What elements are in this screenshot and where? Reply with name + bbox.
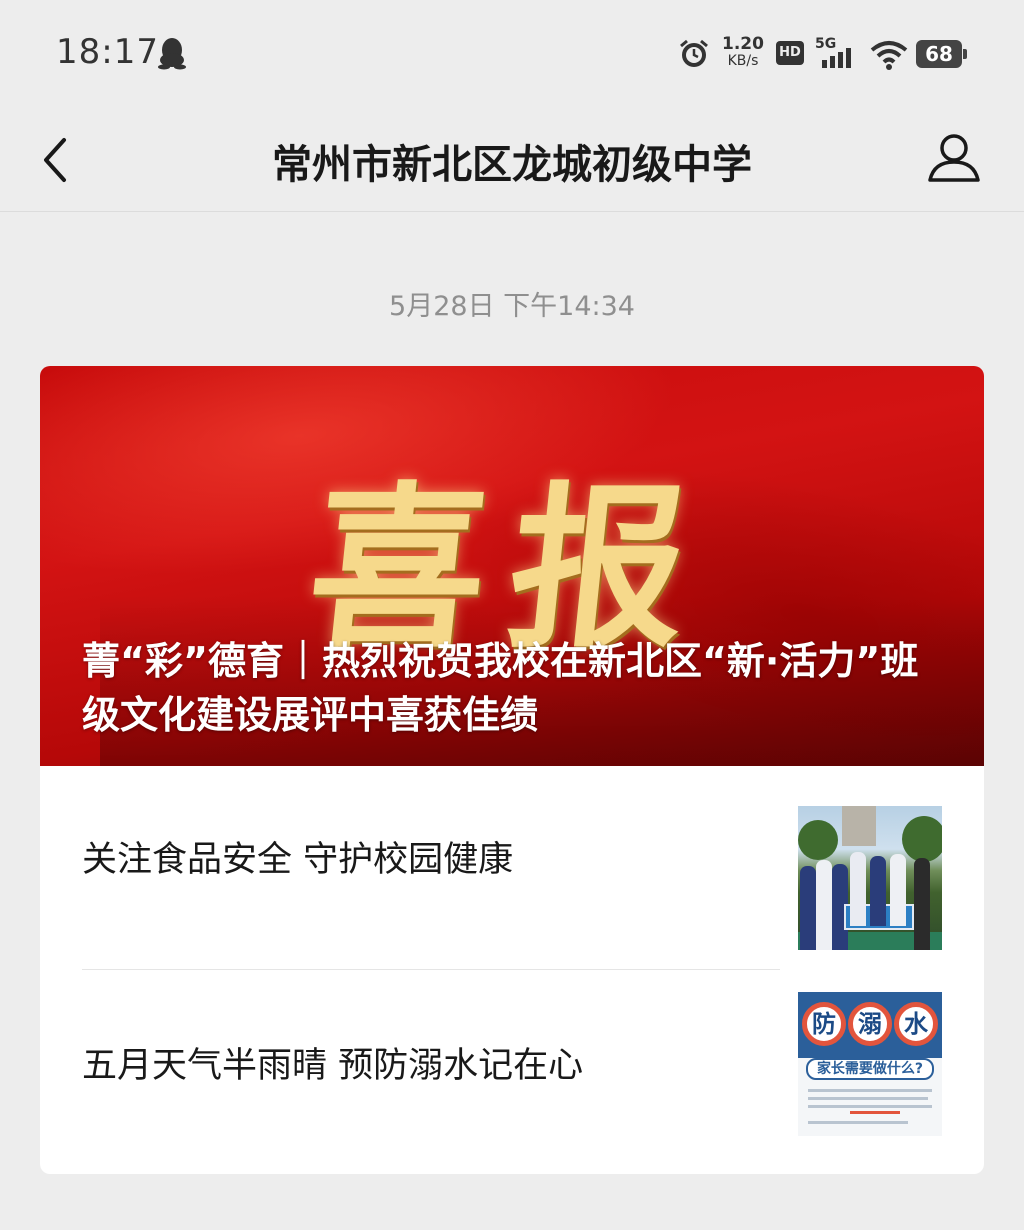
alarm-icon bbox=[680, 39, 708, 67]
article-card: 喜报 菁“彩”德育｜热烈祝贺我校在新北区“新·活力”班级文化建设展评中喜获佳绩 … bbox=[40, 366, 984, 1174]
divider bbox=[82, 969, 780, 970]
article-item[interactable]: 五月天气半雨晴 预防溺水记在心 防 溺 水 家长需要做什么? bbox=[40, 972, 942, 1152]
poster-text-line bbox=[808, 1097, 928, 1100]
network-speed-unit: KB/s bbox=[727, 53, 759, 69]
thumbnail-person bbox=[890, 854, 906, 926]
person-icon bbox=[928, 134, 980, 182]
thumbnail-person bbox=[800, 866, 816, 950]
page-title: 常州市新北区龙城初级中学 bbox=[272, 142, 752, 188]
account-profile-button[interactable] bbox=[924, 128, 984, 188]
network-speed-value: 1.20 bbox=[722, 34, 764, 54]
thumbnail-tree bbox=[798, 820, 838, 860]
poster-highlight-line bbox=[850, 1111, 900, 1114]
poster-text-line bbox=[808, 1121, 908, 1124]
poster-subtitle: 家长需要做什么? bbox=[806, 1058, 934, 1080]
wifi-icon bbox=[870, 41, 908, 70]
nav-bar: 常州市新北区龙城初级中学 bbox=[0, 108, 1024, 212]
thumbnail-person bbox=[870, 856, 886, 926]
status-bar: 18:17 1.20 KB/s HD 5G 68 bbox=[0, 0, 1024, 108]
thumbnail-tree bbox=[902, 816, 942, 862]
cover-article-title: 菁“彩”德育｜热烈祝贺我校在新北区“新·活力”班级文化建设展评中喜获佳绩 bbox=[82, 639, 919, 737]
hd-badge: HD bbox=[776, 41, 804, 65]
battery-icon: 68 bbox=[916, 40, 967, 68]
article-thumbnail bbox=[798, 806, 942, 950]
thumbnail-person bbox=[850, 852, 866, 926]
poster-ring-text: 防 bbox=[802, 1002, 846, 1046]
poster-text-line bbox=[808, 1105, 932, 1108]
article-title: 五月天气半雨晴 预防溺水记在心 bbox=[82, 1045, 584, 1086]
article-title: 关注食品安全 守护校园健康 bbox=[82, 839, 514, 880]
thumbnail-person bbox=[914, 858, 930, 950]
cover-article[interactable]: 喜报 菁“彩”德育｜热烈祝贺我校在新北区“新·活力”班级文化建设展评中喜获佳绩 bbox=[40, 366, 984, 766]
signal-icon bbox=[822, 48, 851, 68]
poster-ring-text: 水 bbox=[894, 1002, 938, 1046]
status-time: 18:17 bbox=[56, 32, 159, 72]
thumbnail-building bbox=[842, 806, 876, 846]
qq-penguin-icon bbox=[158, 38, 186, 70]
poster-ring-text: 溺 bbox=[848, 1002, 892, 1046]
article-item[interactable]: 关注食品安全 守护校园健康 bbox=[40, 766, 942, 950]
thumbnail-person bbox=[816, 860, 832, 950]
network-speed: 1.20 KB/s bbox=[718, 36, 768, 70]
article-thumbnail: 防 溺 水 家长需要做什么? bbox=[798, 992, 942, 1136]
message-timestamp: 5月28日 下午14:34 bbox=[389, 291, 635, 322]
poster-text-line bbox=[808, 1089, 932, 1092]
